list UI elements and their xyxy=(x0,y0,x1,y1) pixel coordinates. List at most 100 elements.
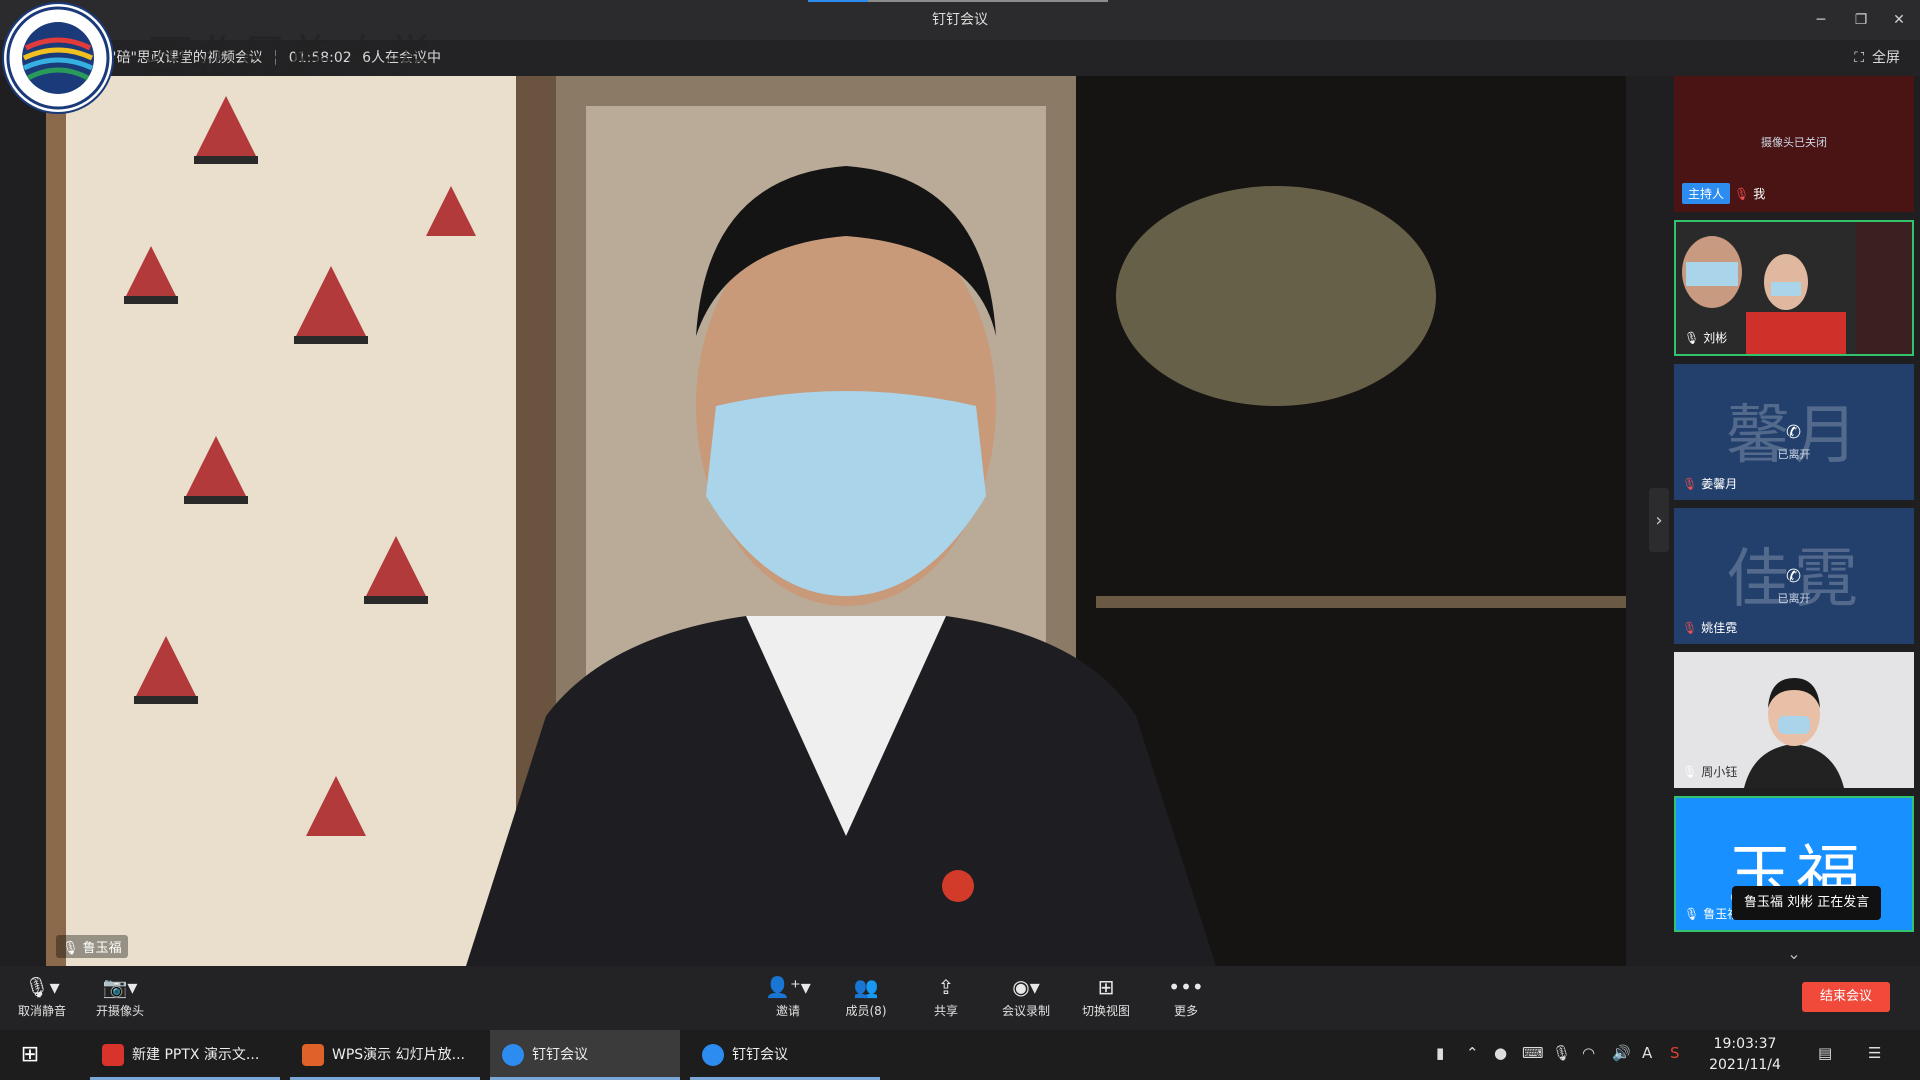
more-dots-icon: ••• xyxy=(1168,975,1204,999)
keyboard-icon[interactable]: ⌨ xyxy=(1522,1044,1544,1062)
record-label: 会议录制 xyxy=(1001,1004,1050,1018)
participant-label: 🎙 鲁玉福 xyxy=(1684,905,1739,922)
chevron-down-icon: ⌄ xyxy=(1787,944,1801,963)
participant-tile-jiangxinyue[interactable]: 馨月 ✆ 已离开 🎙 姜馨月 xyxy=(1674,364,1914,500)
chevron-up-icon[interactable]: ⌃ xyxy=(1466,1044,1479,1062)
dingtalk-icon xyxy=(502,1044,524,1066)
record-button[interactable]: ◉▾ 会议录制 xyxy=(988,974,1064,1024)
battery-icon[interactable]: ▮ xyxy=(1436,1044,1444,1062)
windows-taskbar: ⊞ 新建 PPTX 演示文... WPS演示 幻灯片放... 钉钉会议 钉钉会议… xyxy=(0,1030,1920,1080)
close-button[interactable]: ✕ xyxy=(1886,8,1912,32)
sogou-ime-icon[interactable]: S xyxy=(1670,1044,1680,1062)
participant-name: 周小钰 xyxy=(1701,765,1738,779)
participant-name: 我 xyxy=(1753,187,1766,201)
members-button[interactable]: 👥 成员(8) xyxy=(828,974,904,1024)
taskbar-item-wps-slideshow[interactable]: WPS演示 幻灯片放... xyxy=(290,1030,480,1080)
fullscreen-button[interactable]: ⛶ 全屏 xyxy=(1854,46,1900,70)
members-icon: 👥 xyxy=(853,975,879,999)
clock-date: 2021/11/4 xyxy=(1709,1057,1781,1073)
wps-slideshow-icon xyxy=(302,1044,324,1066)
participant-label: 🎙 周小钰 xyxy=(1682,763,1737,780)
participant-label: 🎙 姚佳霓 xyxy=(1682,619,1737,636)
notes-icon[interactable]: ▤ xyxy=(1818,1044,1832,1062)
minimize-button[interactable]: ─ xyxy=(1808,8,1834,32)
notification-center-icon[interactable]: ☰ xyxy=(1868,1044,1881,1062)
taskbar-item-label: 新建 PPTX 演示文... xyxy=(132,1047,260,1063)
app-tray-icon[interactable]: ● xyxy=(1494,1044,1507,1062)
volume-icon[interactable]: 🔊 xyxy=(1612,1044,1631,1062)
speaking-indicator: 鲁玉福 刘彬 正在发言 xyxy=(1732,886,1882,920)
mic-muted-icon: 🎙 xyxy=(1682,476,1698,491)
main-speaker-name: 鲁玉福 xyxy=(82,941,122,956)
collapse-sidebar-button[interactable]: › xyxy=(1649,488,1669,552)
microphone-icon[interactable]: 🎙 xyxy=(1552,1044,1571,1062)
main-speaker-label: 🎙 鲁玉福 xyxy=(56,935,128,958)
camera-off-status: 摄像头已关闭 xyxy=(1761,136,1827,149)
wifi-icon[interactable]: ◠ xyxy=(1582,1044,1595,1062)
fullscreen-icon: ⛶ xyxy=(1854,50,1864,66)
taskbar-item-dingtalk-meeting-2[interactable]: 钉钉会议 xyxy=(690,1030,880,1080)
taskbar-item-label: 钉钉会议 xyxy=(532,1047,588,1063)
camera-button[interactable]: 📷▾ 开摄像头 xyxy=(82,974,158,1024)
screen-share-icon: ⇪ xyxy=(937,975,955,999)
participant-tile-yaojiani[interactable]: 佳霓 ✆ 已离开 🎙 姚佳霓 xyxy=(1674,508,1914,644)
mic-icon: 🎙 xyxy=(62,941,79,956)
taskbar-item-dingtalk-meeting[interactable]: 钉钉会议 xyxy=(490,1030,680,1080)
mic-icon: 🎙 xyxy=(1684,330,1700,345)
mic-icon: 🎙 xyxy=(1682,764,1698,779)
switch-view-label: 切换视图 xyxy=(1081,1004,1130,1018)
participant-tile-self[interactable]: 摄像头已关闭 主持人 🎙 我 xyxy=(1674,76,1914,212)
phone-icon: ✆ xyxy=(1786,566,1802,587)
scroll-down-button[interactable]: ⌄ xyxy=(1674,944,1914,963)
dingtalk-icon xyxy=(702,1044,724,1066)
members-label: 成员(8) xyxy=(845,1004,887,1018)
fullscreen-label: 全屏 xyxy=(1872,50,1900,66)
speaker-video-image xyxy=(46,76,1626,966)
main-video-feed[interactable]: 🎙 鲁玉福 xyxy=(46,76,1626,966)
camera-label: 开摄像头 xyxy=(95,1004,144,1018)
participant-label: 🎙 姜馨月 xyxy=(1682,475,1737,492)
participant-list: 摄像头已关闭 主持人 🎙 我 🎙 刘彬 馨月 ✆ 已离开 🎙 姜馨月 佳霓 ✆ … xyxy=(1674,76,1916,966)
end-meeting-button[interactable]: 结束会议 xyxy=(1802,982,1890,1012)
participant-tile-liubin[interactable]: 🎙 刘彬 xyxy=(1674,220,1914,356)
left-status: 已离开 xyxy=(1777,448,1811,461)
invite-label: 邀请 xyxy=(775,1004,800,1018)
meeting-toolbar: 🎙▾ 取消静音 📷▾ 开摄像头 👤⁺▾ 邀请 👥 成员(8) ⇪ 共享 ◉▾ 会… xyxy=(0,966,1920,1030)
grid-view-icon: ⊞ xyxy=(1097,975,1115,999)
participant-label: 🎙 刘彬 xyxy=(1684,329,1727,346)
unmute-label: 取消静音 xyxy=(17,1004,66,1018)
share-button[interactable]: ⇪ 共享 xyxy=(908,974,984,1024)
taskbar-item-label: 钉钉会议 xyxy=(732,1047,788,1063)
windows-start-icon[interactable]: ⊞ xyxy=(12,1040,48,1070)
mic-icon: 🎙 xyxy=(1684,906,1700,921)
wps-pptx-icon xyxy=(102,1044,124,1066)
clock-time: 19:03:37 xyxy=(1713,1036,1777,1052)
chevron-right-icon: › xyxy=(1655,509,1663,531)
mic-muted-icon: 🎙 xyxy=(1682,620,1698,635)
record-icon: ◉▾ xyxy=(1012,975,1040,999)
share-label: 共享 xyxy=(933,1004,958,1018)
left-status: 已离开 xyxy=(1777,592,1811,605)
taskbar-item-label: WPS演示 幻灯片放... xyxy=(332,1047,465,1063)
taskbar-clock[interactable]: 19:03:37 2021/11/4 xyxy=(1700,1034,1790,1076)
participant-tile-zhouxiaoyu[interactable]: 🎙 周小钰 xyxy=(1674,652,1914,788)
university-name-calligraphy: 西北民族大学 xyxy=(140,31,428,82)
university-seal-logo xyxy=(2,2,114,114)
phone-icon: ✆ xyxy=(1786,422,1802,443)
mic-muted-icon: 🎙 xyxy=(1734,186,1750,201)
more-button[interactable]: ••• 更多 xyxy=(1148,974,1224,1024)
unmute-button[interactable]: 🎙▾ 取消静音 xyxy=(4,974,80,1024)
more-label: 更多 xyxy=(1173,1004,1198,1018)
mic-muted-icon: 🎙▾ xyxy=(24,975,60,999)
participant-label: 主持人 🎙 我 xyxy=(1682,183,1765,204)
input-method-icon[interactable]: A xyxy=(1642,1044,1652,1062)
participant-name: 姚佳霓 xyxy=(1701,621,1738,635)
switch-view-button[interactable]: ⊞ 切换视图 xyxy=(1068,974,1144,1024)
host-badge: 主持人 xyxy=(1682,183,1731,204)
taskbar-item-pptx[interactable]: 新建 PPTX 演示文... xyxy=(90,1030,280,1080)
participant-name: 姜馨月 xyxy=(1701,477,1738,491)
camera-off-icon: 📷▾ xyxy=(102,975,138,999)
add-user-icon: 👤⁺▾ xyxy=(765,975,811,999)
restore-button[interactable]: ❐ xyxy=(1848,8,1874,32)
invite-button[interactable]: 👤⁺▾ 邀请 xyxy=(750,974,826,1024)
